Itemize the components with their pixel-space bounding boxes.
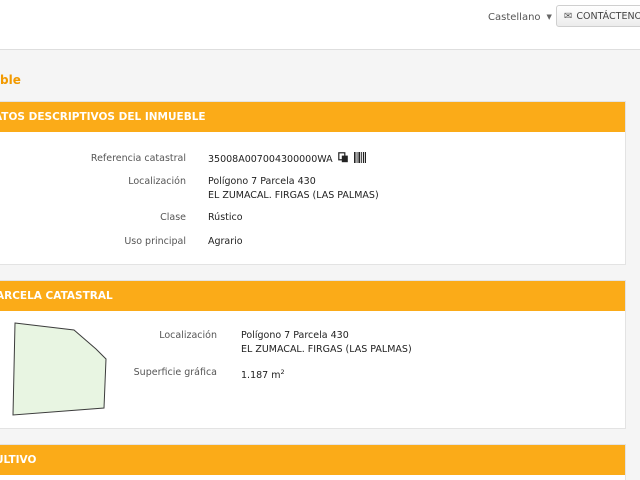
localizacion-label: Localización bbox=[128, 176, 186, 187]
copy-icon[interactable] bbox=[337, 152, 349, 167]
datos-descriptivos-header: ATOS DESCRIPTIVOS DEL INMUEBLE bbox=[0, 102, 625, 132]
datos-descriptivos-panel: ATOS DESCRIPTIVOS DEL INMUEBLE Referenci… bbox=[0, 101, 626, 265]
parcel-map[interactable] bbox=[8, 321, 112, 421]
barcode-icon[interactable] bbox=[353, 152, 366, 167]
parcela-localizacion-label: Localización bbox=[159, 330, 217, 341]
uso-principal-value: Agrario bbox=[208, 236, 243, 247]
envelope-icon: ✉ bbox=[564, 10, 573, 22]
clase-value: Rústico bbox=[208, 212, 243, 223]
localizacion-line2: EL ZUMACAL. FIRGAS (LAS PALMAS) bbox=[208, 190, 379, 201]
parcela-catastral-panel: ARCELA CATASTRAL Localización Polígono 7… bbox=[0, 280, 626, 429]
uso-principal-label: Uso principal bbox=[124, 236, 186, 247]
contact-button[interactable]: ✉ CONTÁCTENO bbox=[556, 5, 640, 27]
cultivo-header: ULTIVO bbox=[0, 445, 625, 475]
superficie-row: 1.187 m2 bbox=[241, 366, 285, 382]
parcela-catastral-header: ARCELA CATASTRAL bbox=[0, 281, 625, 311]
page-title: ble bbox=[0, 73, 21, 87]
superficie-unit-exponent: 2 bbox=[280, 368, 285, 376]
superficie-label: Superficie gráfica bbox=[133, 367, 217, 378]
clase-label: Clase bbox=[160, 212, 186, 223]
parcela-localizacion-line1: Polígono 7 Parcela 430 bbox=[241, 330, 349, 341]
superficie-value: 1.187 m bbox=[241, 370, 281, 381]
cultivo-panel: ULTIVO bbox=[0, 444, 626, 480]
language-label: Castellano bbox=[488, 11, 541, 23]
ref-catastral-label: Referencia catastral bbox=[90, 153, 186, 164]
top-bar: Castellano ▼ ✉ CONTÁCTENO bbox=[0, 0, 640, 50]
chevron-down-icon: ▼ bbox=[546, 13, 552, 21]
contact-label: CONTÁCTENO bbox=[576, 10, 640, 22]
localizacion-line1: Polígono 7 Parcela 430 bbox=[208, 176, 316, 187]
language-selector[interactable]: Castellano ▼ bbox=[488, 10, 552, 24]
ref-catastral-value: 35008A007004300000WA bbox=[208, 154, 333, 165]
parcela-localizacion-line2: EL ZUMACAL. FIRGAS (LAS PALMAS) bbox=[241, 344, 412, 355]
ref-catastral-row: 35008A007004300000WA bbox=[208, 152, 366, 167]
